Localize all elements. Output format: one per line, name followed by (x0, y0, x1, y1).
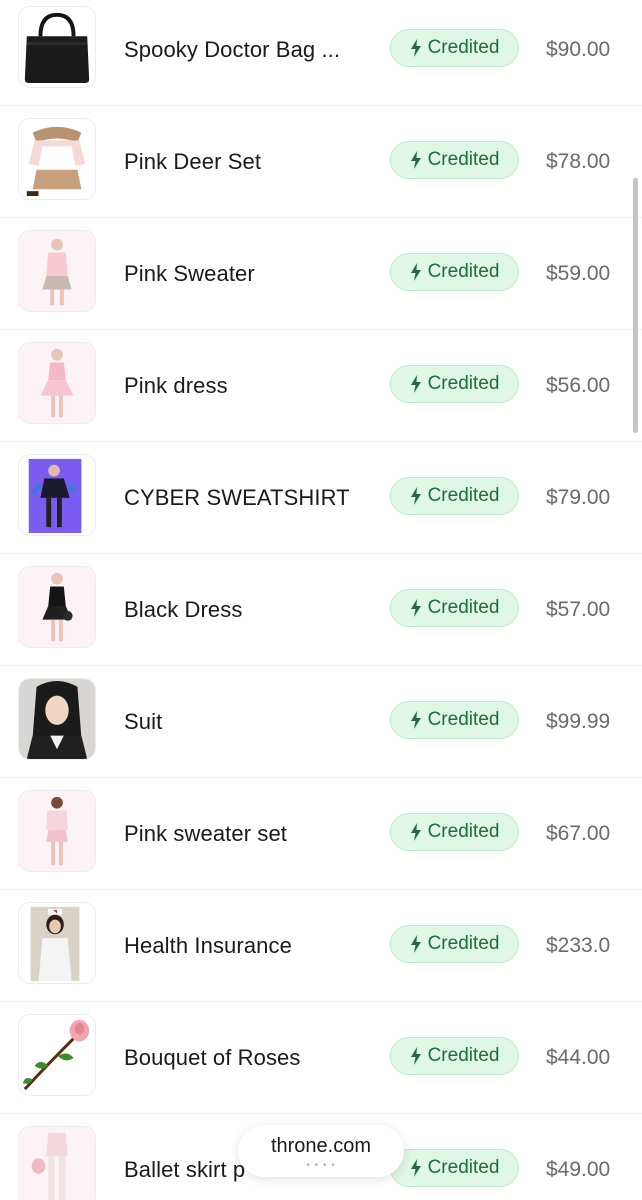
item-price: $90.00 (546, 38, 611, 61)
wishlist-list: Spooky Doctor Bag ... Credited $90.00 Pi… (0, 0, 642, 1200)
wishlist-screen: Spooky Doctor Bag ... Credited $90.00 Pi… (0, 0, 642, 1200)
lightning-icon (410, 263, 421, 281)
model-pink-sweater-icon (18, 230, 96, 312)
badge-label: Credited (427, 485, 500, 506)
credited-badge: Credited (390, 1149, 519, 1187)
list-item[interactable]: Pink sweater set Credited $67.00 (0, 778, 642, 890)
badge-label: Credited (427, 1157, 500, 1178)
lightning-icon (410, 487, 421, 505)
list-item[interactable]: Bouquet of Roses Credited $44.00 (0, 1002, 642, 1114)
item-name: Pink Sweater (124, 261, 255, 286)
item-price: $79.00 (546, 486, 611, 509)
lightning-icon (410, 39, 421, 57)
badge-label: Credited (427, 37, 500, 58)
credited-badge: Credited (390, 813, 519, 851)
list-item[interactable]: Pink dress Credited $56.00 (0, 330, 642, 442)
list-item[interactable]: Health Insurance Credited $233.0 (0, 890, 642, 1002)
lightning-icon (410, 375, 421, 393)
cyber-outfit-icon (18, 454, 96, 536)
badge-label: Credited (427, 1045, 500, 1066)
list-item[interactable]: Pink Deer Set Credited $78.00 (0, 106, 642, 218)
credited-badge: Credited (390, 29, 519, 67)
lightning-icon (410, 935, 421, 953)
item-price: $99.99 (546, 710, 611, 733)
model-black-dress-icon (18, 566, 96, 648)
lightning-icon (410, 1159, 421, 1177)
badge-label: Credited (427, 821, 500, 842)
item-price: $44.00 (546, 1046, 611, 1069)
badge-label: Credited (427, 709, 500, 730)
item-name: Pink sweater set (124, 821, 288, 846)
badge-label: Credited (427, 597, 500, 618)
scrollbar[interactable] (633, 178, 638, 433)
credited-badge: Credited (390, 253, 519, 291)
item-price: $57.00 (546, 598, 611, 621)
item-name: Health Insurance (124, 933, 292, 958)
item-price: $49.00 (546, 1158, 611, 1181)
credited-badge: Credited (390, 477, 519, 515)
fur-set-icon (18, 118, 96, 200)
credited-badge: Credited (390, 701, 519, 739)
model-pink-dress-icon (18, 342, 96, 424)
item-price: $59.00 (546, 262, 611, 285)
portrait-suit-icon (18, 678, 96, 760)
lightning-icon (410, 823, 421, 841)
list-item[interactable]: Suit Credited $99.99 (0, 666, 642, 778)
item-price: $67.00 (546, 822, 611, 845)
credited-badge: Credited (390, 925, 519, 963)
item-name: Black Dress (124, 597, 243, 622)
browser-url-bar[interactable]: throne.com • • • • (238, 1125, 404, 1177)
model-pink-set-icon (18, 790, 96, 872)
item-price: $78.00 (546, 150, 611, 173)
lightning-icon (410, 1047, 421, 1065)
item-name: CYBER SWEATSHIRT (124, 485, 350, 510)
badge-label: Credited (427, 149, 500, 170)
item-price: $233.0 (546, 934, 611, 957)
url-subtext: • • • • (306, 1160, 336, 1171)
lightning-icon (410, 151, 421, 169)
item-name: Ballet skirt p (124, 1157, 246, 1182)
credited-badge: Credited (390, 141, 519, 179)
list-item[interactable]: Spooky Doctor Bag ... Credited $90.00 (0, 0, 642, 106)
credited-badge: Credited (390, 365, 519, 403)
badge-label: Credited (427, 933, 500, 954)
list-item[interactable]: Black Dress Credited $57.00 (0, 554, 642, 666)
item-price: $56.00 (546, 374, 611, 397)
nurse-costume-icon (18, 902, 96, 984)
credited-badge: Credited (390, 589, 519, 627)
item-name: Pink dress (124, 373, 228, 398)
badge-label: Credited (427, 373, 500, 394)
lightning-icon (410, 711, 421, 729)
item-name: Suit (124, 709, 163, 734)
credited-badge: Credited (390, 1037, 519, 1075)
ballet-skirt-icon (18, 1126, 96, 1200)
rose-icon (18, 1014, 96, 1096)
black-bag-icon (18, 6, 96, 88)
lightning-icon (410, 599, 421, 617)
item-name: Pink Deer Set (124, 149, 262, 174)
item-name: Spooky Doctor Bag ... (124, 37, 341, 62)
list-item[interactable]: Pink Sweater Credited $59.00 (0, 218, 642, 330)
list-item[interactable]: CYBER SWEATSHIRT Credited $79.00 (0, 442, 642, 554)
badge-label: Credited (427, 261, 500, 282)
item-name: Bouquet of Roses (124, 1045, 301, 1070)
url-text: throne.com (270, 1135, 372, 1157)
